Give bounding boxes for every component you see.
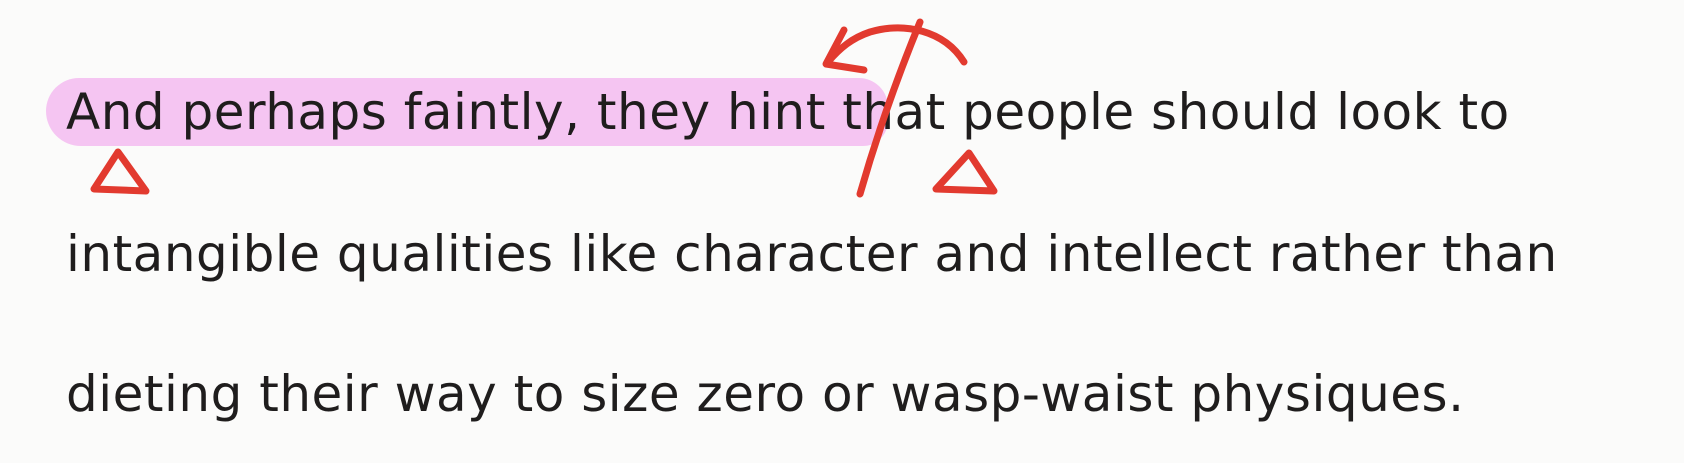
text-line-3: dieting their way to size zero or wasp-w… <box>66 365 1465 423</box>
swap-arrow-curve <box>824 24 968 66</box>
line-1-continuation: that people should look to <box>825 83 1510 141</box>
highlighted-phrase: And perhaps faintly, they hint <box>66 83 826 141</box>
annotated-text-canvas: And perhaps faintly, they hint that peop… <box>0 0 1684 463</box>
insertion-caret-left-icon <box>90 148 150 195</box>
insertion-caret-right-icon <box>932 149 998 195</box>
swap-arrowhead-icon <box>822 26 868 74</box>
text-line-1: And perhaps faintly, they hint that peop… <box>66 82 1510 142</box>
text-line-2: intangible qualities like character and … <box>66 225 1558 283</box>
